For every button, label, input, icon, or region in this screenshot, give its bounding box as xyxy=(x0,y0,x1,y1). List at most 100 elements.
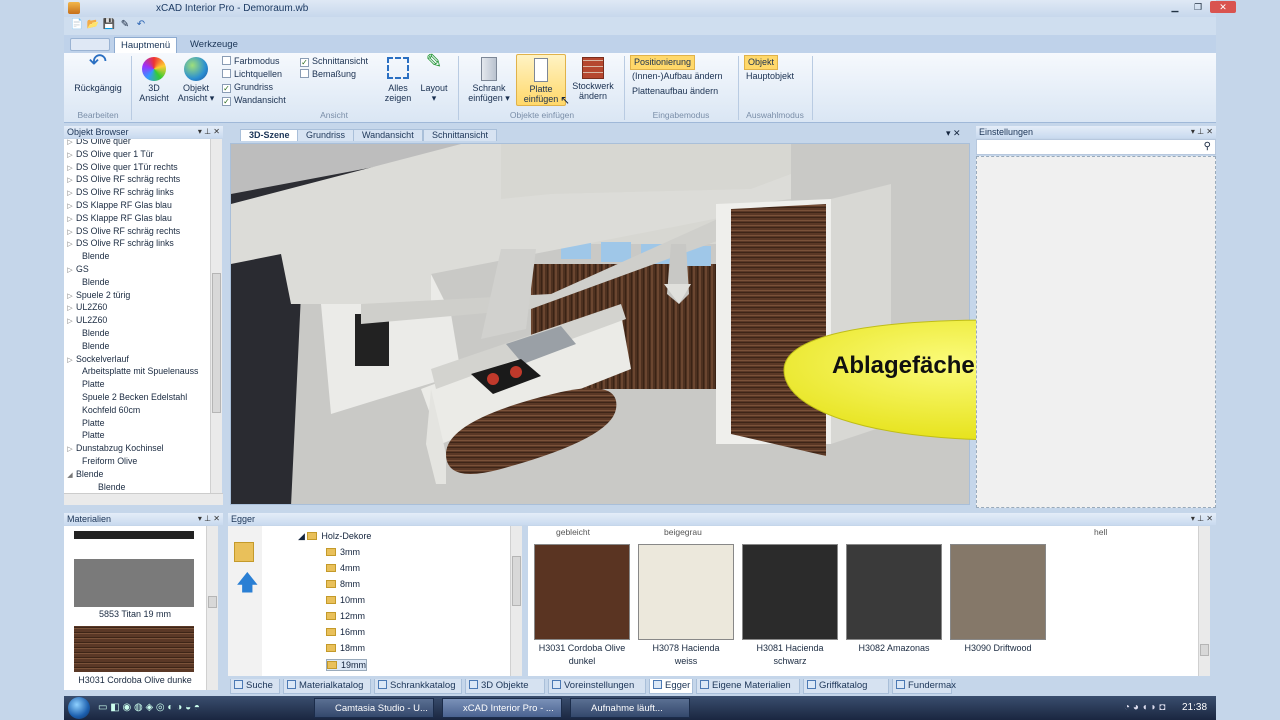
folder-item[interactable]: 10mm xyxy=(326,595,365,605)
tree-item[interactable]: ▷ Dunstabzug Kochinsel xyxy=(64,442,210,455)
new-file-icon[interactable]: 📄 xyxy=(70,18,84,32)
tree-item[interactable]: ▷ DS Olive RF schräg links xyxy=(64,186,210,199)
wandansicht-checkbox[interactable]: ✓ Wandansicht xyxy=(222,95,286,106)
quick-launch-icons[interactable]: ▭ ◧ ◉ ◍ ◈ ◎ ◐ ◑ ◒ ◓ xyxy=(98,702,200,713)
tree-item[interactable]: Platte xyxy=(64,429,210,442)
bottom-tab[interactable]: Voreinstellungen xyxy=(548,679,646,694)
tree-item[interactable]: ▷ Spuele 2 türig xyxy=(64,289,210,302)
start-button[interactable] xyxy=(68,697,90,719)
tree-item[interactable]: ▷ Sockelverlauf xyxy=(64,353,210,366)
bottom-tab[interactable]: Egger xyxy=(649,679,693,694)
tree-item[interactable]: ▷ DS Olive RF schräg rechts xyxy=(64,173,210,186)
open-folder-icon[interactable]: 📂 xyxy=(86,18,100,32)
maximize-icon[interactable]: ❐ xyxy=(1187,1,1209,13)
object-browser-hscrollbar[interactable] xyxy=(64,493,223,505)
material-swatch-cordoba[interactable] xyxy=(74,626,194,672)
tree-item[interactable]: Platte xyxy=(64,378,210,391)
tray-icons[interactable]: ◔ ◕ ◖ ◗ ◘ xyxy=(1124,702,1165,713)
scene-close-icon[interactable]: ▾ ✕ xyxy=(946,128,961,139)
tree-item[interactable]: Blende xyxy=(64,276,210,289)
materials-scrollbar[interactable] xyxy=(206,526,218,690)
bottom-tab[interactable]: 3D Objekte xyxy=(465,679,545,694)
bottom-tab[interactable]: Fundermax xyxy=(892,679,956,694)
tab-grundriss[interactable]: Grundriss xyxy=(297,129,355,141)
scroll-thumb[interactable] xyxy=(1200,644,1209,656)
tree-item[interactable]: ▷ DS Olive quer xyxy=(64,139,210,148)
decor-swatch[interactable] xyxy=(638,544,734,640)
settings-search-input[interactable]: ⚲ xyxy=(976,139,1216,155)
hauptobjekt-button[interactable]: Hauptobjekt xyxy=(746,71,794,82)
tree-item[interactable]: Arbeitsplatte mit Spuelenauss xyxy=(64,365,210,378)
tree-item[interactable]: Freiform Olive xyxy=(64,455,210,468)
tree-root[interactable]: ◢ Holz-Dekore xyxy=(298,531,371,542)
close-icon[interactable]: ✕ xyxy=(1210,1,1236,13)
bottom-tab[interactable]: Schrankkatalog xyxy=(374,679,462,694)
clear-icon[interactable]: ✎ xyxy=(118,18,132,32)
tab-wandansicht[interactable]: Wandansicht xyxy=(353,129,423,141)
insert-panel-button[interactable]: Platte einfügen xyxy=(516,54,566,106)
decor-swatch[interactable] xyxy=(534,544,630,640)
farbmodus-checkbox[interactable]: Farbmodus xyxy=(222,56,280,67)
pin-icon[interactable]: ▾ ⊥ ✕ xyxy=(198,513,220,525)
pin-icon[interactable]: ▾ ⊥ ✕ xyxy=(1191,126,1213,138)
tree-item[interactable]: ▷ DS Olive quer 1Tür rechts xyxy=(64,161,210,174)
tree-item[interactable]: ▷ UL2Z60 xyxy=(64,301,210,314)
layout-button[interactable]: ✎ Layout ▾ xyxy=(416,52,452,103)
folder-item[interactable]: 12mm xyxy=(326,611,365,621)
tree-item[interactable]: Kochfeld 60cm xyxy=(64,404,210,417)
bottom-tab[interactable]: Griffkatalog xyxy=(803,679,889,694)
insert-cabinet-button[interactable]: Schrank einfügen ▾ xyxy=(464,57,514,103)
tree-item[interactable]: ▷ DS Klappe RF Glas blau xyxy=(64,199,210,212)
tree-item[interactable]: Blende xyxy=(64,327,210,340)
material-swatch[interactable] xyxy=(74,531,194,539)
tab-hauptmenue[interactable]: Hauptmenü xyxy=(114,37,178,53)
tree-item[interactable]: ▷ DS Olive RF schräg links xyxy=(64,237,210,250)
taskbar-camtasia[interactable]: Camtasia Studio - U... xyxy=(314,698,434,718)
tree-item[interactable]: ▷ DS Klappe RF Glas blau xyxy=(64,212,210,225)
bottom-tab[interactable]: Eigene Materialien xyxy=(696,679,800,694)
scroll-thumb[interactable] xyxy=(208,596,217,608)
tab-werkzeuge[interactable]: Werkzeuge xyxy=(184,37,244,53)
egger-swatch-scrollbar[interactable] xyxy=(1198,526,1210,676)
tree-item[interactable]: ▷ DS Olive quer 1 Tür xyxy=(64,148,210,161)
undo-button[interactable]: ↶ Rückgängig xyxy=(70,51,126,94)
taskbar-aufnahme[interactable]: Aufnahme läuft... xyxy=(570,698,690,718)
innen-aufbau-button[interactable]: (Innen-)Aufbau ändern xyxy=(632,71,723,82)
positionierung-button[interactable]: Positionierung xyxy=(630,55,696,70)
tree-item[interactable]: Blende xyxy=(64,481,210,493)
egger-tree-scrollbar[interactable] xyxy=(510,526,522,676)
folder-item[interactable]: 18mm xyxy=(326,643,365,653)
tree-item[interactable]: Blende xyxy=(64,250,210,263)
folder-item[interactable]: 16mm xyxy=(326,627,365,637)
scroll-thumb[interactable] xyxy=(212,273,221,413)
folder-item[interactable]: 19mm xyxy=(326,659,368,671)
bottom-tab[interactable]: Suche xyxy=(230,679,280,694)
tree-item[interactable]: Spuele 2 Becken Edelstahl xyxy=(64,391,210,404)
tab-schnittansicht[interactable]: Schnittansicht xyxy=(423,129,498,141)
tree-item[interactable]: Platte xyxy=(64,417,210,430)
decor-swatch[interactable] xyxy=(950,544,1046,640)
scroll-thumb[interactable] xyxy=(512,556,521,606)
folder-item[interactable]: 8mm xyxy=(326,579,360,589)
pin-icon[interactable]: ▾ ⊥ ✕ xyxy=(1191,513,1213,525)
3d-view-button[interactable]: 3D Ansicht xyxy=(136,57,172,103)
search-icon[interactable]: ⚲ xyxy=(1204,141,1211,152)
bottom-tab[interactable]: Materialkatalog xyxy=(283,679,371,694)
tree-item[interactable]: ▷ GS xyxy=(64,263,210,276)
tree-item[interactable]: ▷ UL2Z60 xyxy=(64,314,210,327)
tree-item[interactable]: ◢ Blende xyxy=(64,468,210,481)
folder-icon[interactable] xyxy=(234,542,254,562)
object-view-button[interactable]: Objekt Ansicht ▾ xyxy=(176,57,216,103)
bemassung-checkbox[interactable]: Bemaßung xyxy=(300,69,356,80)
folder-item[interactable]: 4mm xyxy=(326,563,360,573)
tab-3d-szene[interactable]: 3D-Szene xyxy=(240,129,299,141)
pin-icon[interactable]: ▾ ⊥ ✕ xyxy=(198,126,220,138)
grundriss-checkbox[interactable]: ✓ Grundriss xyxy=(222,82,273,93)
show-all-button[interactable]: Alles zeigen xyxy=(380,57,416,103)
objekt-button[interactable]: Objekt xyxy=(744,55,779,70)
plattenaufbau-button[interactable]: Plattenaufbau ändern xyxy=(632,86,718,97)
material-swatch-titan[interactable] xyxy=(74,559,194,607)
save-icon[interactable]: 💾 xyxy=(102,18,116,32)
decor-swatch[interactable] xyxy=(742,544,838,640)
minimize-icon[interactable]: ▁ xyxy=(1164,1,1186,13)
